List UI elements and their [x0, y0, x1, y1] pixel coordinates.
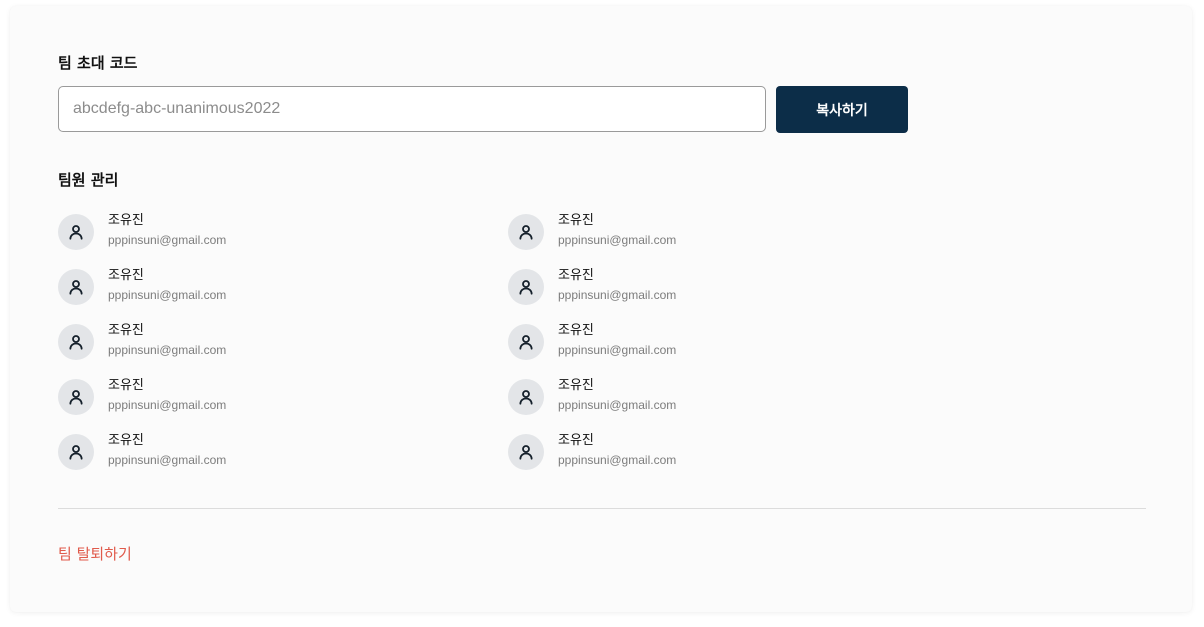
- member-item: 조유진 pppinsuni@gmail.com: [58, 322, 508, 377]
- member-item: 조유진 pppinsuni@gmail.com: [508, 322, 958, 377]
- member-name: 조유진: [108, 323, 144, 338]
- team-settings-card: 팀 초대 코드 복사하기 팀원 관리 조유진 pppinsuni@gmail.c…: [10, 6, 1192, 612]
- user-icon: [519, 225, 533, 240]
- avatar: [508, 214, 544, 250]
- member-item: 조유진 pppinsuni@gmail.com: [508, 377, 958, 432]
- leave-team-link[interactable]: 팀 탈퇴하기: [58, 544, 132, 564]
- user-icon: [519, 335, 533, 350]
- member-email: pppinsuni@gmail.com: [558, 288, 677, 302]
- avatar: [58, 324, 94, 360]
- member-item: 조유진 pppinsuni@gmail.com: [508, 212, 958, 267]
- avatar: [508, 324, 544, 360]
- member-management-title: 팀원 관리: [58, 171, 119, 189]
- member-item: 조유진 pppinsuni@gmail.com: [58, 267, 508, 322]
- member-name: 조유진: [558, 213, 594, 228]
- invite-code-title: 팀 초대 코드: [58, 54, 138, 72]
- member-email: pppinsuni@gmail.com: [108, 288, 227, 302]
- member-item: 조유진 pppinsuni@gmail.com: [58, 212, 508, 267]
- member-name: 조유진: [108, 213, 144, 228]
- invite-code-input[interactable]: [58, 86, 766, 132]
- member-email: pppinsuni@gmail.com: [558, 233, 677, 247]
- avatar: [58, 214, 94, 250]
- member-name: 조유진: [558, 268, 594, 283]
- avatar: [508, 379, 544, 415]
- member-email: pppinsuni@gmail.com: [108, 453, 227, 467]
- member-name: 조유진: [558, 433, 594, 448]
- member-name: 조유진: [108, 268, 144, 283]
- member-email: pppinsuni@gmail.com: [108, 398, 227, 412]
- member-email: pppinsuni@gmail.com: [558, 343, 677, 357]
- member-item: 조유진 pppinsuni@gmail.com: [58, 377, 508, 432]
- user-icon: [519, 280, 533, 295]
- avatar: [58, 434, 94, 470]
- user-icon: [69, 445, 83, 460]
- divider: [58, 508, 1146, 509]
- user-icon: [69, 225, 83, 240]
- user-icon: [519, 445, 533, 460]
- member-email: pppinsuni@gmail.com: [558, 398, 677, 412]
- member-list: 조유진 pppinsuni@gmail.com 조유진 pppinsuni@gm…: [58, 212, 958, 487]
- user-icon: [69, 390, 83, 405]
- member-email: pppinsuni@gmail.com: [558, 453, 677, 467]
- member-name: 조유진: [558, 323, 594, 338]
- user-icon: [519, 390, 533, 405]
- member-email: pppinsuni@gmail.com: [108, 233, 227, 247]
- user-icon: [69, 335, 83, 350]
- member-name: 조유진: [108, 433, 144, 448]
- member-name: 조유진: [558, 378, 594, 393]
- avatar: [508, 434, 544, 470]
- member-item: 조유진 pppinsuni@gmail.com: [58, 432, 508, 487]
- member-item: 조유진 pppinsuni@gmail.com: [508, 267, 958, 322]
- avatar: [58, 269, 94, 305]
- copy-button[interactable]: 복사하기: [776, 86, 908, 133]
- member-email: pppinsuni@gmail.com: [108, 343, 227, 357]
- user-icon: [69, 280, 83, 295]
- member-item: 조유진 pppinsuni@gmail.com: [508, 432, 958, 487]
- avatar: [508, 269, 544, 305]
- member-name: 조유진: [108, 378, 144, 393]
- avatar: [58, 379, 94, 415]
